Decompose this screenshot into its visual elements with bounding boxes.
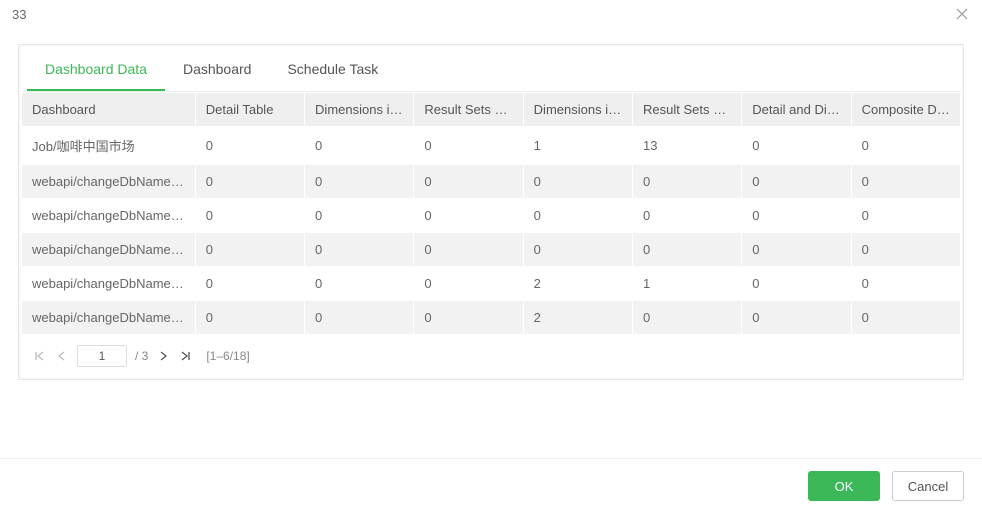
tab-bar: Dashboard Data Dashboard Schedule Task	[21, 47, 961, 92]
table-cell: 0	[742, 267, 851, 301]
table-cell: 1	[523, 127, 632, 165]
tab-dashboard-data[interactable]: Dashboard Data	[27, 47, 165, 91]
col-composite-data-set[interactable]: Composite Data Set	[851, 93, 960, 127]
col-dimensions-detail[interactable]: Dimensions in Deta	[305, 93, 414, 127]
table-cell: 0	[195, 267, 304, 301]
pager-total-label: / 3	[135, 349, 148, 363]
table-cell: 0	[632, 199, 741, 233]
table-cell: 0	[414, 165, 523, 199]
table-cell: 0	[851, 301, 960, 335]
table-header-row: Dashboard Detail Table Dimensions in Det…	[22, 93, 961, 127]
table-row[interactable]: Job/咖啡中国市场00011300	[22, 127, 961, 165]
table-cell: 0	[305, 301, 414, 335]
table-row[interactable]: webapi/changeDbName/ch0000000	[22, 233, 961, 267]
table-cell: 0	[414, 301, 523, 335]
table-cell: webapi/changeDbName/ch	[22, 267, 196, 301]
table-cell: 0	[195, 199, 304, 233]
table-cell: 1	[632, 267, 741, 301]
table-cell: 0	[851, 199, 960, 233]
table-cell: 0	[851, 267, 960, 301]
tab-dashboard[interactable]: Dashboard	[165, 47, 270, 91]
table-cell: 0	[195, 233, 304, 267]
table-cell: webapi/changeDbName/ch	[22, 233, 196, 267]
pager-range-label: [1–6/18]	[206, 349, 249, 363]
table-cell: 0	[632, 165, 741, 199]
table-row[interactable]: webapi/changeDbName/ch0002000	[22, 301, 961, 335]
table-cell: 0	[195, 165, 304, 199]
table-cell: 0	[523, 233, 632, 267]
table-cell: 2	[523, 267, 632, 301]
table-cell: Job/咖啡中国市场	[22, 127, 196, 165]
pager-next-icon[interactable]	[156, 349, 170, 363]
pager-page-input[interactable]	[77, 345, 127, 367]
tab-schedule-task[interactable]: Schedule Task	[269, 47, 396, 91]
col-result-sets-aggr[interactable]: Result Sets of Aggr	[632, 93, 741, 127]
table-cell: 0	[632, 233, 741, 267]
table-cell: 0	[851, 233, 960, 267]
table-cell: 0	[742, 199, 851, 233]
table-cell: 0	[523, 165, 632, 199]
table-cell: 0	[742, 165, 851, 199]
footer: OK Cancel	[0, 458, 982, 513]
titlebar: 33	[0, 0, 982, 26]
main-panel: Dashboard Data Dashboard Schedule Task D…	[18, 44, 964, 380]
table-cell: 0	[742, 301, 851, 335]
table-cell: 0	[414, 267, 523, 301]
pager-prev-icon[interactable]	[55, 349, 69, 363]
pager: / 3 [1–6/18]	[21, 335, 961, 377]
col-result-sets-detail[interactable]: Result Sets of De	[414, 93, 523, 127]
table-cell: 0	[742, 127, 851, 165]
pager-first-icon[interactable]	[33, 349, 47, 363]
window-title: 33	[12, 7, 26, 22]
table-cell: 0	[742, 233, 851, 267]
table-cell: 0	[305, 233, 414, 267]
table-cell: webapi/changeDbName/ch	[22, 165, 196, 199]
table-cell: 0	[851, 127, 960, 165]
col-detail-table[interactable]: Detail Table	[195, 93, 304, 127]
table-cell: 0	[414, 199, 523, 233]
col-dimensions-aggr[interactable]: Dimensions in Aggr	[523, 93, 632, 127]
cancel-button[interactable]: Cancel	[892, 471, 964, 501]
col-dashboard[interactable]: Dashboard	[22, 93, 196, 127]
data-table: Dashboard Detail Table Dimensions in Det…	[21, 92, 961, 335]
table-cell: 2	[523, 301, 632, 335]
table-row[interactable]: webapi/changeDbName/ch0000000	[22, 199, 961, 233]
table-cell: 0	[305, 127, 414, 165]
table-cell: 13	[632, 127, 741, 165]
table-cell: 0	[851, 165, 960, 199]
pager-last-icon[interactable]	[178, 349, 192, 363]
table-cell: 0	[414, 127, 523, 165]
table-cell: 0	[414, 233, 523, 267]
close-icon[interactable]	[954, 6, 970, 22]
table-cell: 0	[195, 301, 304, 335]
table-cell: 0	[523, 199, 632, 233]
table-cell: webapi/changeDbName/ch	[22, 301, 196, 335]
table-cell: 0	[305, 199, 414, 233]
table-row[interactable]: webapi/changeDbName/ch0000000	[22, 165, 961, 199]
table-cell: webapi/changeDbName/ch	[22, 199, 196, 233]
ok-button[interactable]: OK	[808, 471, 880, 501]
table-cell: 0	[195, 127, 304, 165]
table-cell: 0	[632, 301, 741, 335]
table-cell: 0	[305, 165, 414, 199]
col-detail-dimensi[interactable]: Detail and Dimensi	[742, 93, 851, 127]
table-cell: 0	[305, 267, 414, 301]
table-row[interactable]: webapi/changeDbName/ch0002100	[22, 267, 961, 301]
